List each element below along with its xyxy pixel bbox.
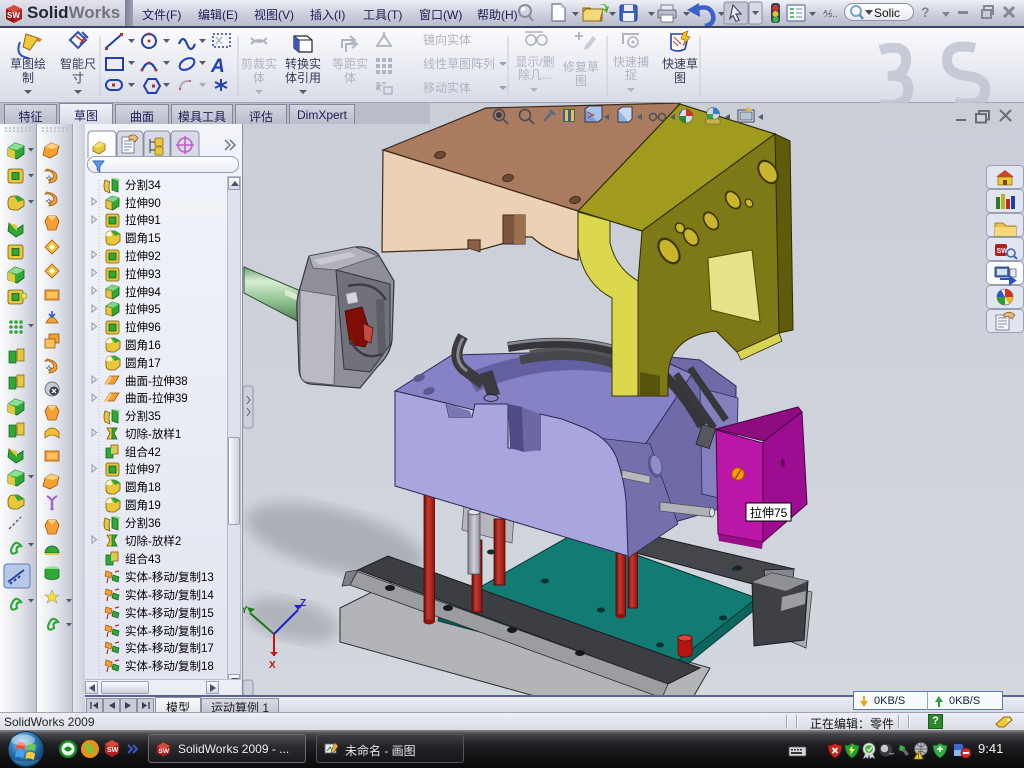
svg-text:曲面-拉伸39: 曲面-拉伸39: [125, 391, 188, 405]
svg-text:实体-移动/复制17: 实体-移动/复制17: [125, 641, 214, 655]
svg-text:转换实: 转换实: [285, 56, 321, 71]
svg-text:体: 体: [253, 71, 265, 85]
svg-text:实体-移动/复制13: 实体-移动/复制13: [125, 570, 214, 584]
svg-text:修复草: 修复草: [563, 59, 599, 74]
svg-text:寸: 寸: [72, 71, 84, 85]
svg-text:等距实: 等距实: [332, 56, 368, 71]
svg-text:拉伸96: 拉伸96: [125, 320, 161, 334]
svg-text:拉伸94: 拉伸94: [125, 285, 161, 299]
svg-text:实体-移动/复制15: 实体-移动/复制15: [125, 606, 214, 620]
svg-text:组合43: 组合43: [125, 552, 161, 566]
svg-text:拉伸75: 拉伸75: [750, 505, 788, 520]
svg-text:圆角18: 圆角18: [125, 481, 161, 494]
svg-text:SW: SW: [7, 11, 20, 20]
svg-text:显示/删: 显示/删: [515, 55, 554, 69]
svg-text:拉伸90: 拉伸90: [125, 196, 161, 210]
svg-text:拉伸95: 拉伸95: [125, 302, 161, 316]
svg-text:分割34: 分割34: [125, 178, 161, 192]
svg-text:制: 制: [22, 71, 34, 85]
svg-text:拉伸97: 拉伸97: [125, 462, 161, 476]
svg-text:圆角17: 圆角17: [125, 357, 161, 370]
svg-text:圆角19: 圆角19: [125, 499, 161, 512]
svg-text:快速草: 快速草: [662, 57, 698, 71]
svg-text:实体-移动/复制16: 实体-移动/复制16: [125, 624, 214, 638]
svg-text:移动实体: 移动实体: [423, 80, 471, 95]
svg-text:分割36: 分割36: [125, 516, 161, 530]
svg-text:X: X: [269, 660, 276, 671]
svg-text:分割35: 分割35: [125, 409, 161, 423]
svg-text:智能尺: 智能尺: [60, 56, 96, 71]
svg-text:图: 图: [575, 74, 587, 88]
svg-text:图: 图: [674, 71, 686, 85]
svg-text:圆角15: 圆角15: [125, 232, 161, 245]
svg-text:Y: Y: [243, 605, 248, 616]
svg-text:SW: SW: [159, 748, 170, 755]
svg-text:除几...: 除几...: [518, 67, 552, 82]
svg-text:Z: Z: [300, 598, 306, 609]
svg-text:!: !: [918, 754, 920, 760]
svg-text:拉伸91: 拉伸91: [125, 213, 161, 227]
svg-text:曲面-拉伸38: 曲面-拉伸38: [125, 374, 188, 388]
svg-text:剪裁实: 剪裁实: [241, 56, 277, 71]
svg-text:实体-移动/复制14: 实体-移动/复制14: [125, 588, 214, 602]
svg-text:镜向实体: 镜向实体: [423, 32, 471, 47]
svg-text:快速捕: 快速捕: [613, 54, 649, 69]
svg-text:实体-移动/复制18: 实体-移动/复制18: [125, 659, 214, 673]
svg-text:A: A: [210, 56, 225, 77]
svg-text:切除-放样2: 切除-放样2: [125, 534, 181, 548]
svg-text:草图绘: 草图绘: [10, 56, 46, 71]
svg-text:拉伸92: 拉伸92: [125, 249, 161, 263]
svg-text:切除-放样1: 切除-放样1: [125, 427, 181, 441]
svg-text:⅍..: ⅍..: [823, 9, 838, 20]
svg-text:体引用: 体引用: [285, 71, 321, 85]
svg-text:线性草图阵列: 线性草图阵列: [423, 57, 495, 71]
svg-text:拉伸93: 拉伸93: [125, 267, 161, 281]
svg-text:体: 体: [344, 71, 356, 85]
svg-text:SW: SW: [107, 747, 119, 754]
svg-text:圆角16: 圆角16: [125, 339, 161, 352]
svg-text:组合42: 组合42: [125, 445, 161, 459]
svg-text:捉: 捉: [625, 67, 637, 82]
